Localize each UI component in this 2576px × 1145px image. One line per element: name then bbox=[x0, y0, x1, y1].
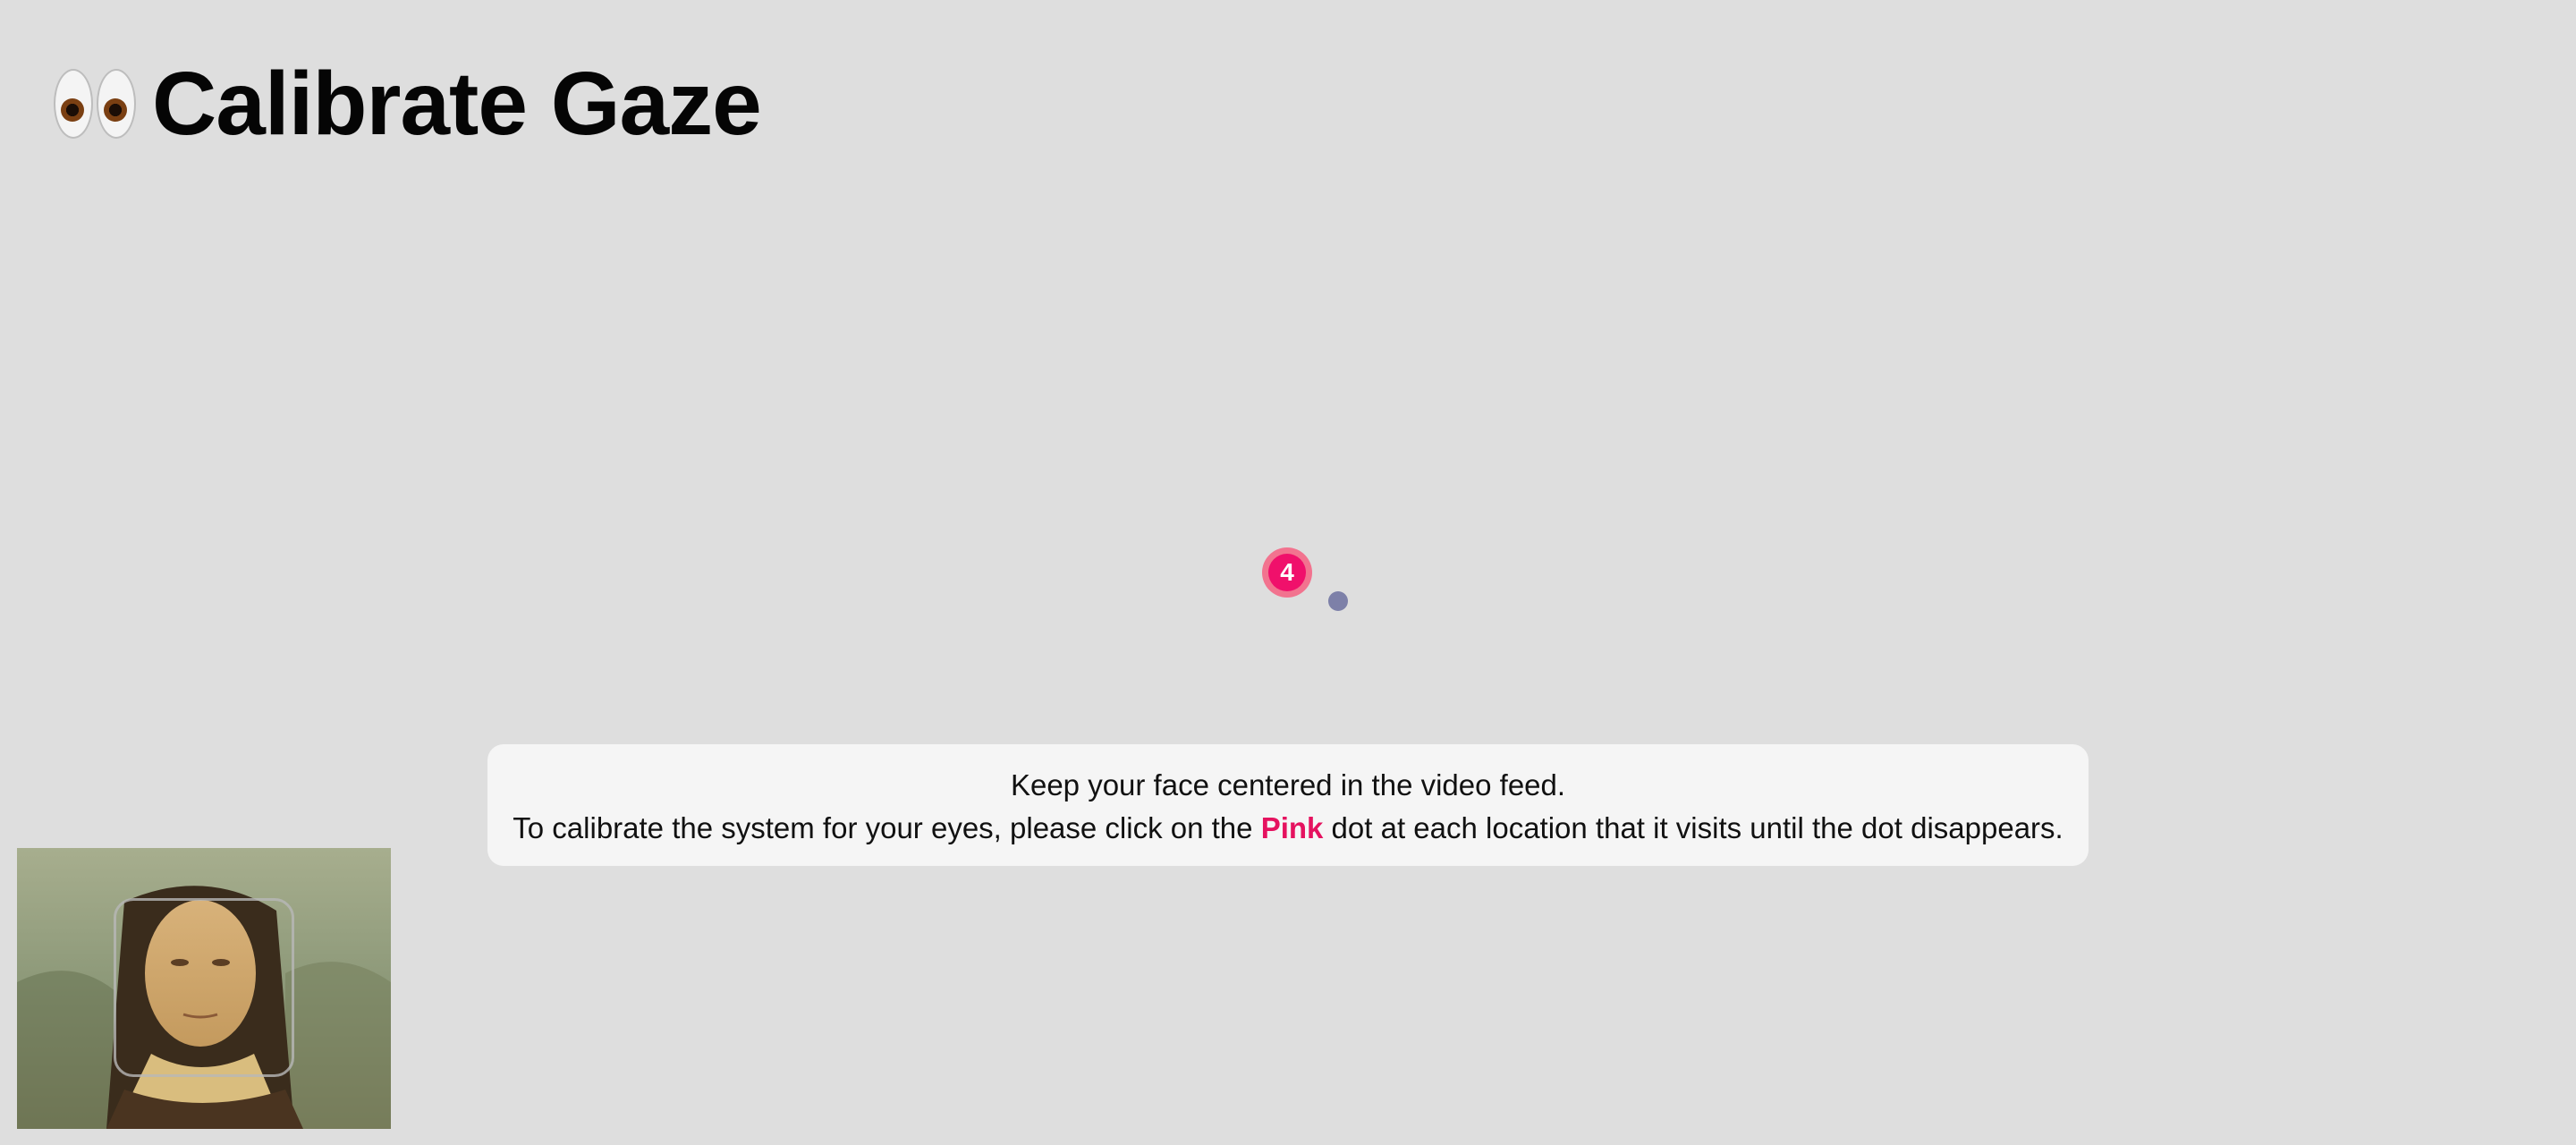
instruction-line-1: Keep your face centered in the video fee… bbox=[1010, 768, 1566, 802]
page-title: Calibrate Gaze bbox=[54, 50, 762, 157]
left-eye-icon bbox=[54, 69, 93, 139]
gaze-prediction-dot bbox=[1328, 591, 1348, 611]
right-eye-icon bbox=[97, 69, 136, 139]
instruction-panel: Keep your face centered in the video fee… bbox=[487, 744, 2089, 866]
calibration-dot[interactable]: 4 bbox=[1262, 547, 1312, 598]
instruction-line-2-prefix: To calibrate the system for your eyes, p… bbox=[513, 811, 1261, 844]
instruction-line-2: To calibrate the system for your eyes, p… bbox=[505, 807, 2071, 850]
page-title-text: Calibrate Gaze bbox=[152, 54, 762, 154]
pink-highlight: Pink bbox=[1260, 811, 1324, 844]
instruction-line-2-suffix: dot at each location that it visits unti… bbox=[1323, 811, 2063, 844]
eyes-icon bbox=[54, 69, 136, 139]
webcam-video-feed bbox=[17, 848, 391, 1129]
face-alignment-box bbox=[114, 898, 294, 1077]
calibration-dot-label: 4 bbox=[1268, 554, 1306, 591]
